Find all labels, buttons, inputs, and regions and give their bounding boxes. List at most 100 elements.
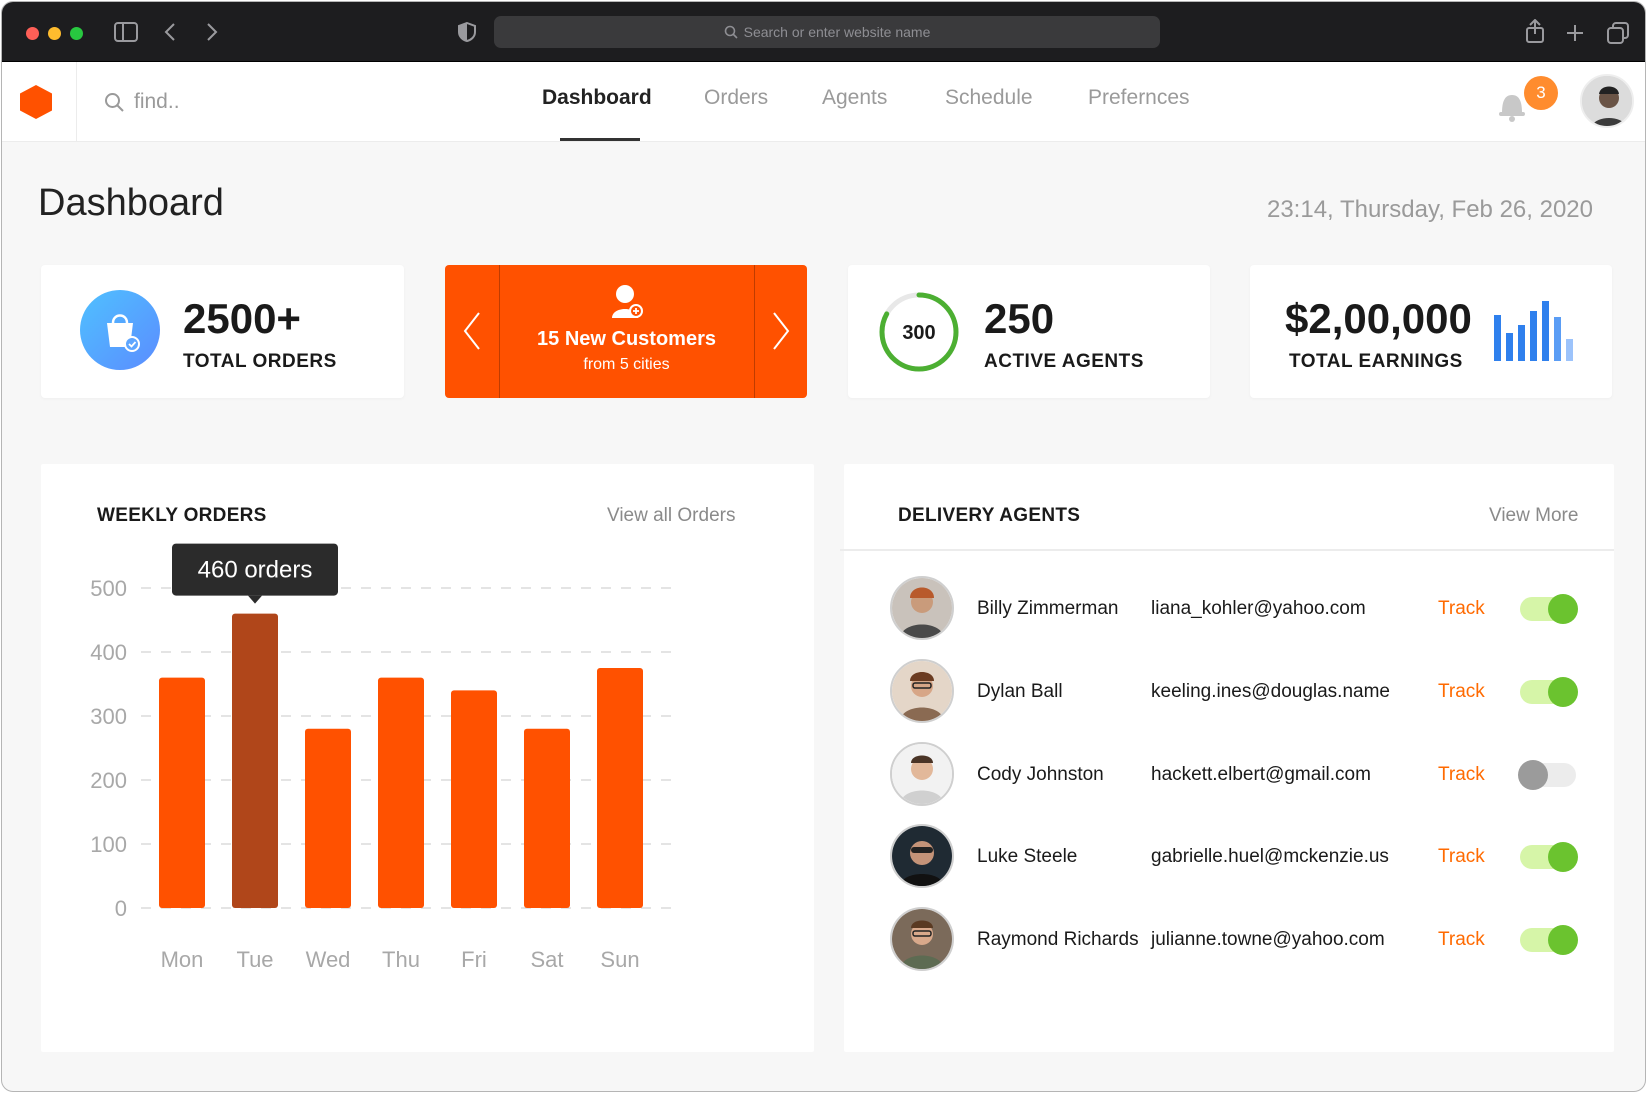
agent-row: Billy Zimmerman liana_kohler@yahoo.com T… — [844, 568, 1614, 648]
agents-progress-ring: 300 — [879, 292, 959, 372]
track-link[interactable]: Track — [1438, 681, 1485, 703]
address-placeholder: Search or enter website name — [743, 24, 931, 40]
notification-badge[interactable]: 3 — [1524, 76, 1558, 110]
privacy-shield-icon[interactable] — [458, 22, 476, 42]
agent-avatar-icon — [892, 826, 952, 886]
agent-email: hackett.elbert@gmail.com — [1151, 764, 1371, 785]
tab-overview-icon[interactable] — [1607, 22, 1629, 44]
sidebar-toggle-icon[interactable] — [114, 22, 138, 42]
search-icon — [724, 25, 738, 39]
logo-cell — [2, 62, 77, 142]
search-placeholder: find.. — [134, 90, 180, 113]
new-customers-carousel: 15 New Customers from 5 cities — [445, 265, 807, 398]
nav-tab-schedule[interactable]: Schedule — [945, 86, 1033, 110]
search-box[interactable]: find.. — [104, 90, 180, 114]
agent-name: Billy Zimmerman — [977, 598, 1119, 619]
y-tick-label: 100 — [90, 832, 127, 857]
bar-fri[interactable] — [451, 690, 497, 908]
agent-active-toggle[interactable] — [1520, 677, 1578, 707]
track-link[interactable]: Track — [1438, 764, 1485, 786]
agent-active-toggle[interactable] — [1520, 925, 1578, 955]
tooltip-text: 460 orders — [198, 557, 313, 584]
bar-mon[interactable] — [159, 677, 205, 908]
page-datetime: 23:14, Thursday, Feb 26, 2020 — [1266, 196, 1593, 223]
page-title: Dashboard — [38, 182, 224, 224]
x-tick-label: Wed — [306, 947, 351, 972]
user-add-icon — [612, 285, 643, 318]
new-tab-icon[interactable] — [1566, 24, 1584, 42]
browser-window: Search or enter website name find.. Dash… — [1, 1, 1646, 1092]
agent-avatar — [890, 824, 954, 888]
new-customers-subtitle: from 5 cities — [583, 356, 670, 373]
agent-active-toggle[interactable] — [1520, 842, 1578, 872]
x-tick-label: Sun — [600, 947, 639, 972]
weekly-orders-chart: 0 100 200 300 400 500 Mon Tue Wed Thu Fri Sat Sun 4… — [90, 543, 676, 972]
agents-ring-value: 300 — [902, 322, 935, 344]
tooltip-pointer — [248, 595, 262, 604]
total-orders-value: 2500+ — [183, 295, 301, 342]
track-link[interactable]: Track — [1438, 598, 1485, 620]
chevron-left-icon[interactable] — [463, 311, 481, 351]
agent-name: Raymond Richards — [977, 929, 1139, 950]
forward-icon[interactable] — [206, 23, 218, 41]
panel-divider — [840, 549, 1614, 551]
browser-toolbar: Search or enter website name — [2, 2, 1645, 62]
zoom-window-button[interactable] — [70, 27, 83, 40]
agent-email: keeling.ines@douglas.name — [1151, 681, 1390, 702]
search-icon — [105, 93, 124, 112]
total-orders-label: TOTAL ORDERS — [183, 351, 337, 372]
track-link[interactable]: Track — [1438, 929, 1485, 951]
agent-email: gabrielle.huel@mckenzie.us — [1151, 846, 1389, 867]
track-link[interactable]: Track — [1438, 846, 1485, 868]
chevron-right-icon[interactable] — [772, 311, 790, 351]
share-icon[interactable] — [1526, 19, 1544, 43]
agent-avatar-icon — [892, 909, 952, 969]
y-tick-label: 500 — [90, 576, 127, 601]
nav-tab-orders[interactable]: Orders — [704, 86, 768, 110]
agent-avatar — [890, 742, 954, 806]
total-earnings-card: $2,00,000 TOTAL EARNINGS — [1250, 265, 1612, 398]
view-more-link[interactable]: View More — [1489, 505, 1578, 527]
minimize-window-button[interactable] — [48, 27, 61, 40]
back-icon[interactable] — [164, 23, 176, 41]
nav-tab-dashboard[interactable]: Dashboard — [542, 86, 652, 110]
bar-tue[interactable] — [232, 613, 278, 908]
bar-wed[interactable] — [305, 728, 351, 908]
hexagon-logo-icon[interactable] — [19, 84, 53, 120]
agent-row: Luke Steele gabrielle.huel@mckenzie.us T… — [844, 816, 1614, 896]
x-tick-label: Fri — [461, 947, 487, 972]
weekly-orders-panel: WEEKLY ORDERS View all Orders 0 100 200 300… — [41, 464, 814, 1052]
y-tick-label: 300 — [90, 704, 127, 729]
bar-sat[interactable] — [524, 728, 570, 908]
agent-name: Dylan Ball — [977, 681, 1063, 702]
nav-tab-agents[interactable]: Agents — [822, 86, 887, 110]
toggle-knob — [1548, 594, 1578, 624]
x-tick-label: Sat — [530, 947, 563, 972]
bar-chart-icon — [1494, 301, 1573, 361]
agent-active-toggle[interactable] — [1520, 594, 1578, 624]
x-tick-label: Tue — [236, 947, 273, 972]
agent-avatar-icon — [892, 661, 952, 721]
agent-email: julianne.towne@yahoo.com — [1151, 929, 1385, 950]
nav-tab-preferences[interactable]: Prefernces — [1088, 86, 1190, 110]
y-tick-label: 200 — [90, 768, 127, 793]
active-tab-indicator — [560, 138, 640, 141]
bar-sun[interactable] — [597, 668, 643, 908]
total-orders-card: 2500+ TOTAL ORDERS — [41, 265, 404, 398]
delivery-agents-title: DELIVERY AGENTS — [898, 505, 1081, 526]
total-earnings-label: TOTAL EARNINGS — [1289, 351, 1463, 372]
active-agents-value: 250 — [984, 295, 1055, 342]
close-window-button[interactable] — [26, 27, 39, 40]
agent-avatar-icon — [892, 578, 952, 638]
agent-active-toggle[interactable] — [1518, 760, 1576, 790]
agent-row: Raymond Richards julianne.towne@yahoo.co… — [844, 899, 1614, 979]
y-tick-label: 0 — [115, 896, 127, 921]
x-tick-label: Mon — [161, 947, 204, 972]
user-avatar-icon — [1582, 76, 1632, 126]
address-bar[interactable]: Search or enter website name — [494, 16, 1160, 48]
active-agents-card: 300 250 ACTIVE AGENTS — [848, 265, 1210, 398]
user-avatar[interactable] — [1580, 74, 1634, 128]
bar-thu[interactable] — [378, 677, 424, 908]
app-header: find.. Dashboard Orders Agents Schedule … — [2, 62, 1645, 142]
y-tick-label: 400 — [90, 640, 127, 665]
